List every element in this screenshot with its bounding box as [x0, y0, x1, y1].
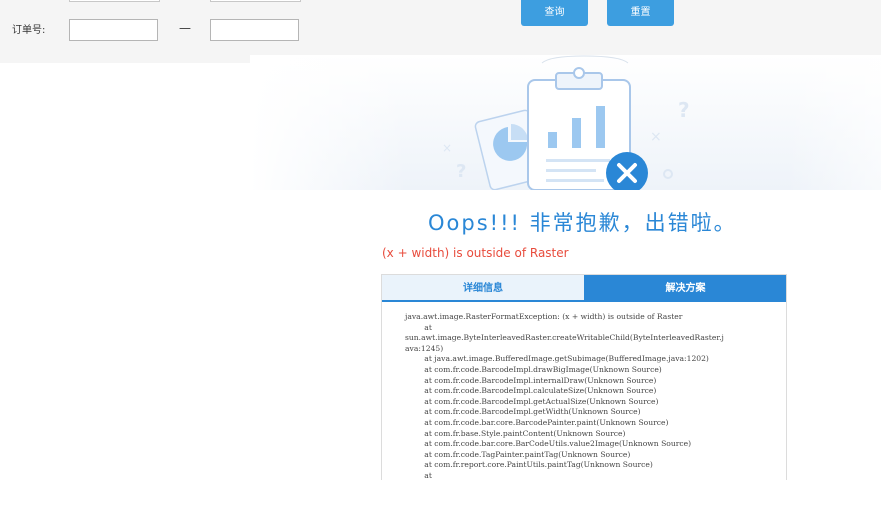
stack-trace-line: at com.fr.code.BarcodeImpl.getActualSize… — [405, 396, 659, 406]
previous-row-input[interactable] — [69, 0, 160, 2]
tab-solution[interactable]: 解决方案 — [584, 275, 786, 302]
error-details-panel: 详细信息 解决方案 java.awt.image.RasterFormatExc… — [381, 274, 787, 480]
query-button[interactable]: 查询 — [521, 0, 588, 26]
stack-trace-line: at com.fr.code.BarcodeImpl.internalDraw(… — [405, 375, 657, 385]
stack-trace-line: at com.fr.code.BarcodeImpl.getWidth(Unkn… — [405, 407, 641, 417]
range-separator: — — [179, 21, 191, 35]
previous-row-input[interactable] — [210, 0, 301, 2]
stack-trace-line: at — [405, 322, 432, 332]
stack-trace-line: sun.awt.image.ByteInterleavedRaster.crea… — [405, 333, 724, 343]
error-title: Oops!!! 非常抱歉，出错啦。 — [428, 211, 737, 235]
stack-trace-line: at com.fr.report.core.PaintUtils.paintTa… — [405, 460, 653, 470]
stack-trace-line: java.awt.image.RasterFormatException: (x… — [405, 312, 683, 321]
error-illustration: ? ? × × — [250, 55, 881, 190]
stack-trace-line: at com.fr.code.TagPainter.paintTag(Unkno… — [405, 449, 631, 459]
svg-text:?: ? — [456, 161, 466, 182]
error-message: (x + width) is outside of Raster — [382, 246, 569, 260]
stack-trace: java.awt.image.RasterFormatException: (x… — [405, 312, 775, 480]
svg-text:×: × — [442, 141, 452, 155]
stack-trace-line: at com.fr.code.bar.core.BarcodePainter.p… — [405, 417, 669, 427]
reset-button[interactable]: 重置 — [607, 0, 674, 26]
stack-trace-line: ava:1245) — [405, 343, 444, 353]
order-to-input[interactable] — [210, 19, 299, 41]
stack-trace-line: at com.fr.code.BarcodeImpl.drawBigImage(… — [405, 364, 662, 374]
stack-trace-line: at com.fr.base.Style.paintContent(Unknow… — [405, 428, 626, 438]
svg-text:?: ? — [678, 98, 690, 122]
stack-trace-line: at java.awt.image.BufferedImage.getSubim… — [405, 354, 709, 364]
svg-text:×: × — [650, 129, 662, 145]
order-from-input[interactable] — [69, 19, 158, 41]
stack-trace-line: at com.fr.code.BarcodeImpl.calculateSize… — [405, 386, 657, 396]
stack-trace-line: at — [405, 470, 432, 480]
tab-details[interactable]: 详细信息 — [382, 275, 584, 302]
order-number-label: 订单号: — [12, 25, 46, 36]
details-tabs: 详细信息 解决方案 — [382, 275, 786, 302]
filter-bar: 订单号: — 查询 重置 — [0, 0, 881, 63]
stack-trace-line: at com.fr.code.bar.core.BarCodeUtils.val… — [405, 439, 692, 449]
